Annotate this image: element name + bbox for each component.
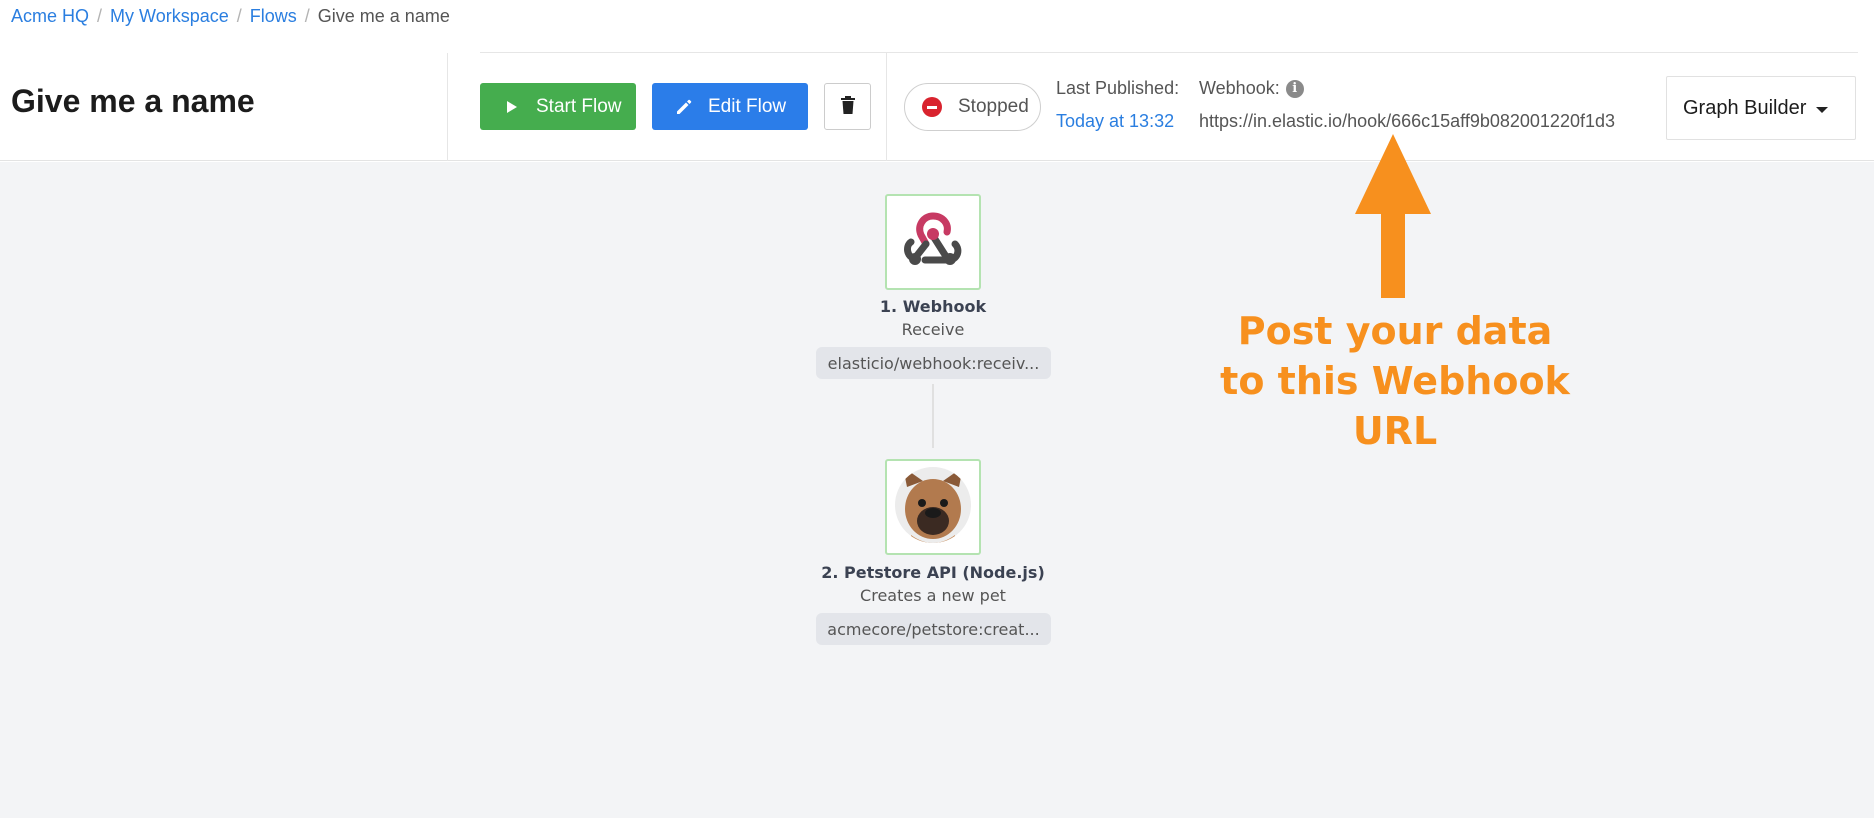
flow-node-webhook[interactable] xyxy=(885,194,981,290)
breadcrumb-link-my-workspace[interactable]: My Workspace xyxy=(110,6,229,27)
delete-flow-button[interactable] xyxy=(824,83,871,130)
start-flow-button[interactable]: Start Flow xyxy=(480,83,636,130)
last-published-label: Last Published: xyxy=(1056,78,1180,98)
flow-header: Give me a name Start Flow Edit Flow Stop… xyxy=(0,53,1874,161)
flow-status-label: Stopped xyxy=(958,96,1029,117)
flow-status-toggle[interactable]: Stopped xyxy=(904,83,1041,131)
annotation-line-2: to this Webhook URL xyxy=(1220,359,1570,453)
last-published-value[interactable]: Today at 13:32 xyxy=(1056,111,1174,132)
node-subtitle: Receive xyxy=(901,320,965,339)
start-flow-label: Start Flow xyxy=(536,95,622,117)
breadcrumb: Acme HQ / My Workspace / Flows / Give me… xyxy=(11,5,450,27)
view-mode-dropdown[interactable]: Graph Builder xyxy=(1666,76,1856,140)
pencil-icon xyxy=(674,97,694,117)
breadcrumb-link-flows[interactable]: Flows xyxy=(250,6,297,27)
info-icon[interactable]: i xyxy=(1285,79,1304,98)
annotation-arrow-icon xyxy=(1355,134,1431,298)
webhook-label: Webhook: xyxy=(1199,78,1280,98)
caret-down-icon xyxy=(1816,107,1829,113)
node-component-tag: elasticio/webhook:receiv... xyxy=(816,347,1051,379)
flow-node-petstore[interactable] xyxy=(885,459,981,555)
header-divider xyxy=(886,53,887,161)
annotation-callout: Post your data to this Webhook URL xyxy=(1180,306,1610,456)
header-divider xyxy=(447,53,448,161)
breadcrumb-separator: / xyxy=(304,5,310,26)
stopped-icon xyxy=(922,97,942,117)
webhook-icon xyxy=(895,202,971,283)
breadcrumb-link-acme-hq[interactable]: Acme HQ xyxy=(11,6,89,27)
node-subtitle: Creates a new pet xyxy=(860,586,1006,605)
breadcrumb-current: Give me a name xyxy=(317,5,450,26)
node-connector xyxy=(932,384,934,448)
trash-icon xyxy=(840,95,856,118)
edit-flow-label: Edit Flow xyxy=(708,95,787,117)
dog-avatar-icon xyxy=(893,465,973,550)
annotation-line-1: Post your data xyxy=(1237,309,1553,353)
node-title: 1. Webhook xyxy=(879,297,987,316)
view-mode-label: Graph Builder xyxy=(1683,96,1807,119)
edit-flow-button[interactable]: Edit Flow xyxy=(652,83,808,130)
breadcrumb-separator: / xyxy=(97,5,103,26)
play-icon xyxy=(502,97,522,117)
webhook-url[interactable]: https://in.elastic.io/hook/666c15aff9b08… xyxy=(1199,111,1615,132)
breadcrumb-separator: / xyxy=(236,5,242,26)
node-title: 2. Petstore API (Node.js) xyxy=(821,563,1045,582)
page-title[interactable]: Give me a name xyxy=(11,83,255,120)
webhook-label-group: Webhook: i xyxy=(1199,78,1304,99)
node-component-tag: acmecore/petstore:creat... xyxy=(816,613,1051,645)
